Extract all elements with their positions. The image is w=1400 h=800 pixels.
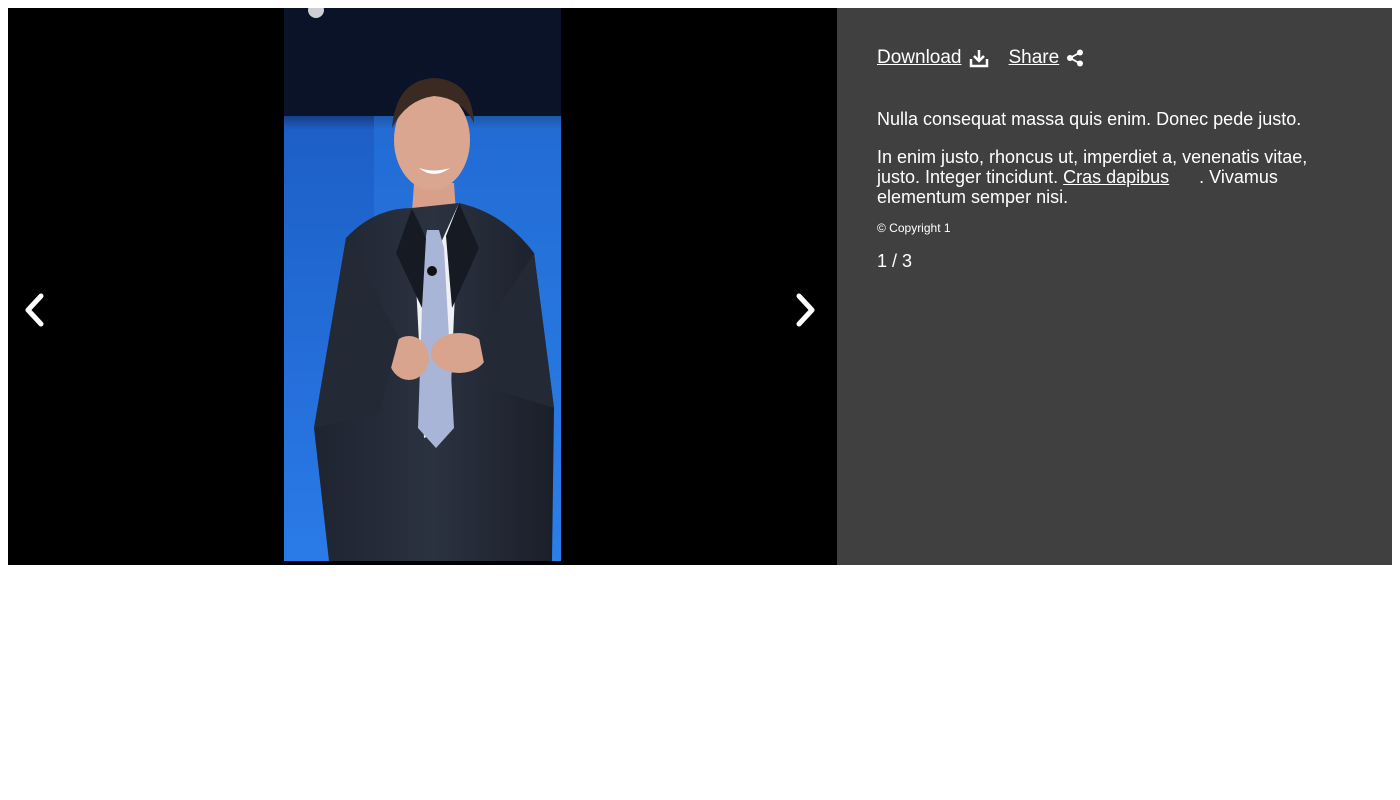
share-label: Share	[1008, 47, 1060, 68]
action-bar: Download Share	[877, 46, 1352, 70]
download-icon	[969, 48, 989, 68]
cras-dapibus-link[interactable]: Cras dapibus	[1063, 167, 1169, 187]
info-panel: Download Share Nulla consequat massa qui…	[837, 8, 1392, 565]
next-button[interactable]	[788, 292, 824, 328]
image-stage	[8, 8, 837, 565]
gallery-photo	[284, 8, 561, 561]
share-link[interactable]: Share	[1009, 47, 1085, 69]
copyright-notice: © Copyright 1	[877, 221, 951, 235]
slide-counter: 1 / 3	[877, 251, 913, 271]
caption-paragraph-2: In enim justo, rhoncus ut, imperdiet a, …	[877, 147, 1317, 207]
chevron-left-icon	[25, 293, 44, 327]
speaker-photo-illustration	[284, 8, 561, 561]
chevron-right-icon	[796, 293, 815, 327]
lightbox-gallery: Download Share Nulla consequat massa qui…	[8, 8, 1392, 565]
download-link[interactable]: Download	[877, 47, 989, 69]
download-label: Download	[877, 47, 962, 68]
caption-paragraph-1: Nulla consequat massa quis enim. Donec p…	[877, 109, 1302, 129]
previous-button[interactable]	[16, 292, 52, 328]
share-icon	[1066, 49, 1084, 67]
